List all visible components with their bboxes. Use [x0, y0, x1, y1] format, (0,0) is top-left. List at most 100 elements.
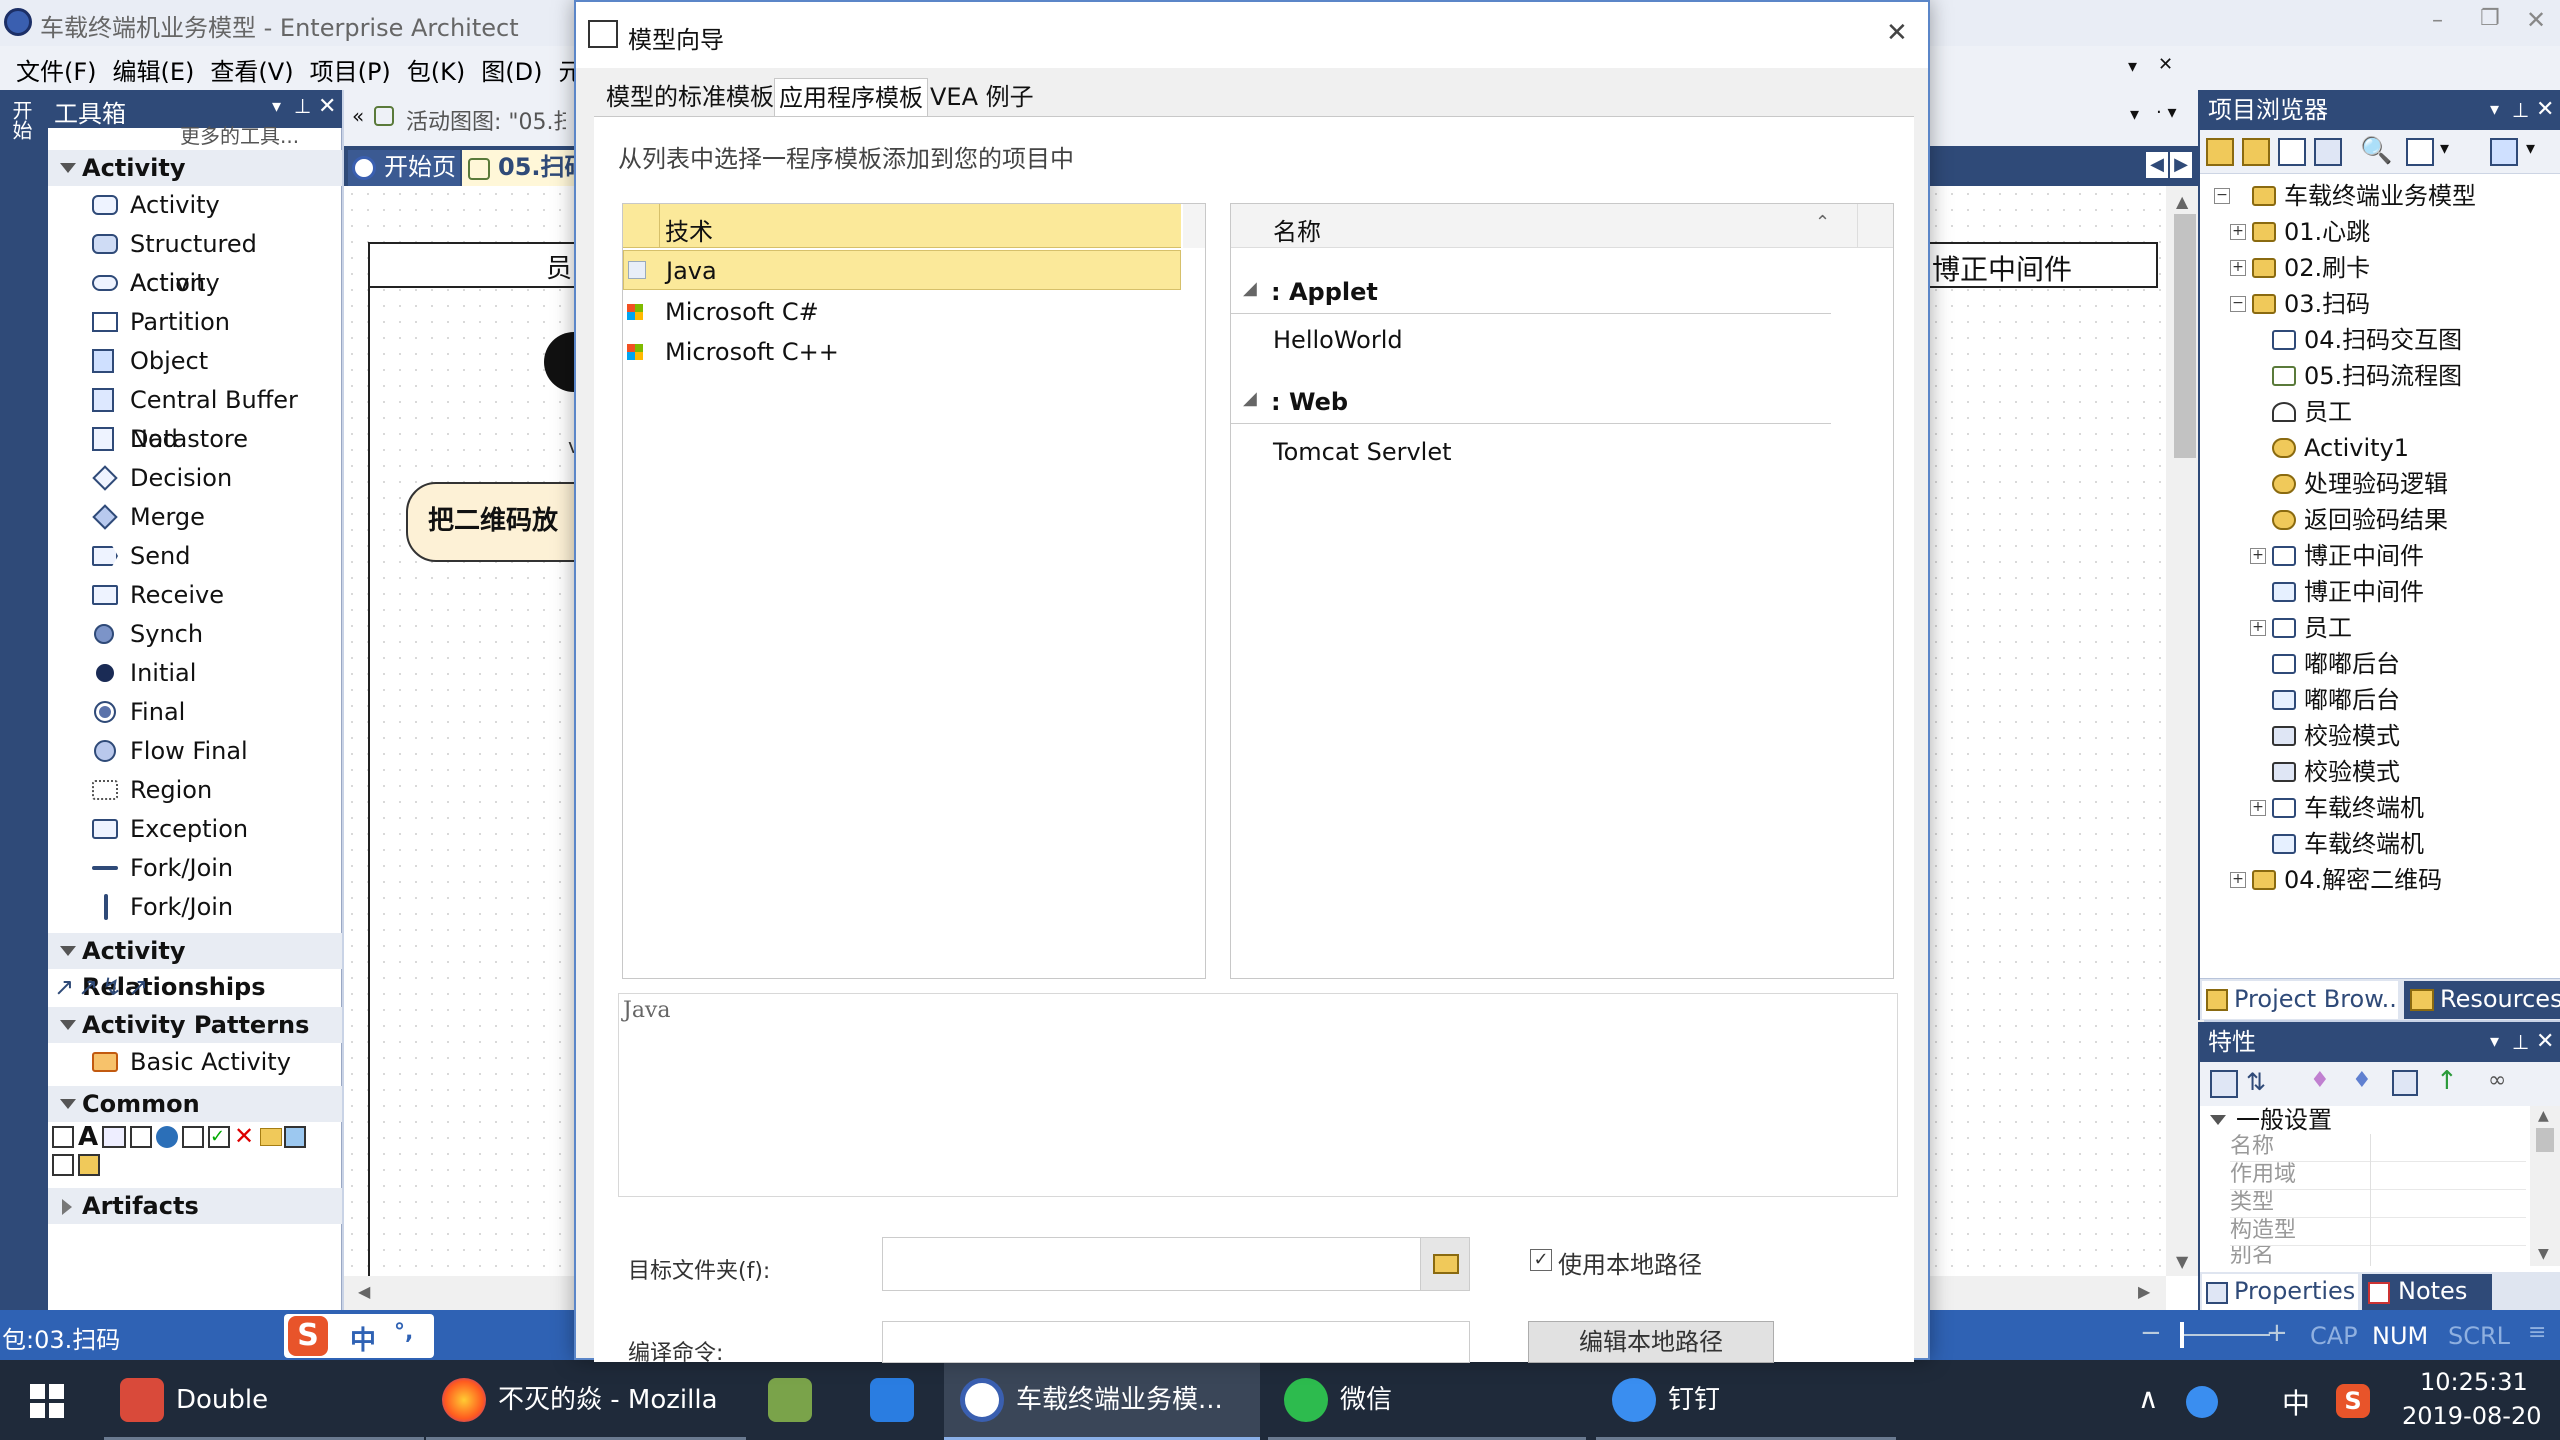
task-app-3[interactable] — [752, 1360, 832, 1440]
task-firefox[interactable]: 不灭的焱 - Mozilla ... — [426, 1360, 746, 1440]
toolbox-item-basic-activity[interactable]: Basic Activity — [48, 1043, 342, 1082]
clock-time[interactable]: 10:25:31 — [2420, 1368, 2528, 1396]
more-tools-icon[interactable] — [2490, 138, 2518, 166]
toolbox-item-send[interactable]: Send — [48, 537, 342, 576]
toolbox-item-merge[interactable]: Merge — [48, 498, 342, 537]
property-row[interactable]: 构造型 — [2230, 1218, 2526, 1246]
property-row[interactable]: 作用域 — [2230, 1162, 2526, 1190]
toolbox-item-datastore[interactable]: Datastore — [48, 420, 342, 459]
dialog-close-button[interactable]: ✕ — [1886, 18, 1908, 48]
tree-node[interactable]: +04.解密二维码 — [2200, 862, 2560, 898]
task-app-4[interactable] — [854, 1360, 934, 1440]
toolbox-item-partition[interactable]: Partition — [48, 303, 342, 342]
tech-row[interactable]: Microsoft C++ — [623, 332, 1181, 372]
start-strip[interactable]: 开始 — [0, 90, 48, 1310]
pin-icon[interactable]: ⊥ — [2512, 90, 2529, 130]
chevron-down-icon[interactable]: ▾ — [2440, 138, 2449, 159]
toolbox-item-final[interactable]: Final — [48, 693, 342, 732]
tray-language[interactable]: 中 — [2282, 1382, 2310, 1422]
tree-node[interactable]: + 员工 — [2200, 610, 2560, 646]
more-dots-icon[interactable]: ⋅ ▾ — [2156, 102, 2176, 123]
new-model-icon[interactable] — [2206, 138, 2234, 166]
browse-folder-button[interactable] — [1420, 1237, 1470, 1291]
tree-node[interactable]: − 03.扫码 — [2200, 286, 2560, 322]
tree-node[interactable]: 04.扫码交互图 — [2200, 322, 2560, 358]
tab-diagram-05[interactable]: 05.扫码 — [462, 150, 582, 186]
menu-package[interactable]: 包(K) — [399, 46, 473, 90]
boundary-icon[interactable] — [182, 1126, 204, 1148]
menu-project[interactable]: 项目(P) — [302, 46, 399, 90]
task-wechat[interactable]: 微信 — [1268, 1360, 1586, 1440]
toolbox-item-region[interactable]: Region — [48, 771, 342, 810]
tree-node[interactable]: + 车载终端机 — [2200, 790, 2560, 826]
tab-resources[interactable]: Resources — [2404, 981, 2560, 1019]
legend-icon[interactable] — [130, 1126, 152, 1148]
scroll-up-icon[interactable]: ▲ — [2538, 1108, 2549, 1124]
clock-date[interactable]: 2019-08-20 — [2402, 1402, 2541, 1430]
toolbox-item-object[interactable]: Object — [48, 342, 342, 381]
zoom-out-icon[interactable]: − — [2140, 1318, 2162, 1348]
tab-start-page[interactable]: 开始页 — [348, 150, 460, 186]
artifact-icon[interactable] — [284, 1126, 306, 1148]
scroll-thumb[interactable] — [2174, 214, 2196, 458]
more-tools-link[interactable]: 更多的工具... — [180, 126, 299, 146]
tray-sogou-icon[interactable]: S — [2336, 1384, 2370, 1418]
grid-icon[interactable] — [2392, 1070, 2418, 1096]
find-icon[interactable]: 🔍 — [2360, 136, 2392, 166]
name-header[interactable]: 名称 ⌃ — [1231, 204, 1893, 248]
restore-button[interactable]: ❐ — [2480, 6, 2500, 31]
exception-flow-icon[interactable]: ↗ — [128, 973, 148, 1001]
task-double-commander[interactable]: Double Command... — [104, 1360, 424, 1440]
tab-application-templates[interactable]: 应用程序模板 — [774, 78, 928, 116]
close-icon[interactable]: ✕ — [2536, 90, 2554, 130]
interrupt-flow-icon[interactable]: ↯ — [102, 973, 122, 1001]
edit-icon[interactable] — [2406, 138, 2434, 166]
description-box[interactable]: Java — [618, 993, 1898, 1197]
toolbox-item-decision[interactable]: Decision — [48, 459, 342, 498]
tree-node[interactable]: +02.刷卡 — [2200, 250, 2560, 286]
toolbox-item-structured-activity[interactable]: Structured Activity — [48, 225, 342, 297]
toolbox-item-central-buffer[interactable]: Central Buffer Nod — [48, 381, 342, 453]
zoom-in-icon[interactable]: + — [2266, 1318, 2288, 1348]
tech-header[interactable]: 技术 — [623, 204, 1181, 248]
tree-node[interactable]: + 博正中间件 — [2200, 538, 2560, 574]
tree-node[interactable]: Activity1 — [2200, 430, 2560, 466]
checklist-icon[interactable]: ✓ — [208, 1126, 230, 1148]
template-item[interactable]: Tomcat Servlet — [1231, 432, 1831, 472]
close-doc-icon[interactable]: ✕ — [2158, 54, 2173, 75]
arrow-up-icon[interactable]: ↑ — [2436, 1066, 2458, 1096]
new-package-icon[interactable] — [2242, 138, 2270, 166]
close-icon[interactable]: ✕ — [318, 94, 336, 119]
tech-row[interactable]: Microsoft C# — [623, 292, 1181, 332]
close-window-button[interactable]: ✕ — [2526, 6, 2546, 34]
scroll-down-icon[interactable]: ▼ — [2538, 1246, 2549, 1262]
tree-node[interactable]: 处理验码逻辑 — [2200, 466, 2560, 502]
property-row[interactable]: 名称 — [2230, 1134, 2526, 1162]
toolbox-item-fork-join-v[interactable]: Fork/Join — [48, 888, 342, 927]
pin-icon[interactable]: ⊥ — [294, 94, 311, 118]
task-dingtalk[interactable]: 钉钉 — [1596, 1360, 1896, 1440]
tree-node[interactable]: 嘟嘟后台 — [2200, 646, 2560, 682]
tree-node[interactable]: 员工 — [2200, 394, 2560, 430]
tab-scroll-left-icon[interactable]: ◀ — [2146, 152, 2168, 178]
expand-icon[interactable]: + — [2250, 620, 2266, 636]
ime-toolbar[interactable]: S 中 °, — [284, 1314, 434, 1358]
toolbox-item-action[interactable]: Action — [48, 264, 342, 303]
menu-view[interactable]: 查看(V) — [202, 46, 301, 90]
tab-notes[interactable]: Notes — [2362, 1274, 2492, 1310]
scroll-up-icon[interactable]: ▲ — [2176, 192, 2188, 211]
collapse-triangle-icon[interactable]: ◢ — [1243, 278, 1257, 299]
toolbox-category-activity[interactable]: Activity — [48, 150, 342, 186]
tab-properties[interactable]: Properties — [2202, 1274, 2358, 1310]
menu-diagram[interactable]: 图(D) — [473, 46, 550, 90]
template-group[interactable]: ◢ : Applet — [1231, 274, 1831, 314]
toolbox-item-receive[interactable]: Receive — [48, 576, 342, 615]
tab-scroll-right-icon[interactable]: ▶ — [2170, 152, 2192, 178]
template-group[interactable]: ◢ : Web — [1231, 384, 1831, 424]
scroll-right-icon[interactable]: ▶ — [2138, 1282, 2150, 1301]
hyperlink-icon[interactable] — [156, 1126, 178, 1148]
expand-icon[interactable]: + — [2230, 260, 2246, 276]
toolbox-item-exception[interactable]: Exception — [48, 810, 342, 849]
expand-icon[interactable]: + — [2230, 872, 2246, 888]
object-flow-icon[interactable]: ↗ — [78, 973, 98, 1001]
